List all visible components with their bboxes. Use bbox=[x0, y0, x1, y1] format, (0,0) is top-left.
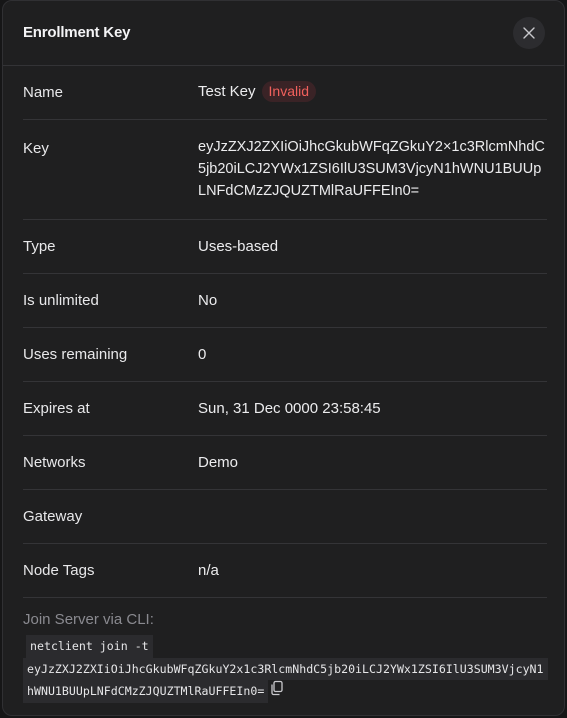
name-value: Test Key bbox=[198, 83, 256, 100]
modal-title: Enrollment Key bbox=[23, 24, 131, 41]
tags-value: n/a bbox=[198, 562, 219, 579]
cli-command-line: eyJzZXJ2ZXIiOiJhcGkubWFqZGkuY2x1c3RlcmNh… bbox=[23, 657, 548, 680]
close-button[interactable] bbox=[513, 17, 545, 49]
detail-row-unlimited: Is unlimited No bbox=[23, 274, 547, 328]
detail-row-key: Key eyJzZXJ2ZXIiOiJhcGkubWFqZGkuY2×1c3Rl… bbox=[23, 120, 547, 220]
copy-icon[interactable] bbox=[270, 680, 284, 704]
close-icon bbox=[523, 27, 535, 39]
enrollment-key-modal: Enrollment Key Name Test Key Invalid Key … bbox=[2, 0, 565, 716]
type-label: Type bbox=[23, 238, 56, 255]
key-label: Key bbox=[23, 140, 49, 157]
name-label: Name bbox=[23, 84, 64, 101]
cli-command-line: hWNU1BUUpLNFdCMzZJQUZTMlRaUFFEIn0= bbox=[23, 680, 269, 703]
unlimited-label: Is unlimited bbox=[23, 292, 99, 309]
uses-value: 0 bbox=[198, 346, 207, 363]
detail-row-uses: Uses remaining 0 bbox=[23, 328, 547, 382]
expires-value: Sun, 31 Dec 0000 23:58:45 bbox=[198, 400, 381, 417]
detail-row-name: Name Test Key Invalid bbox=[23, 66, 547, 120]
expires-label: Expires at bbox=[23, 400, 90, 417]
cli-command-line: netclient join -t bbox=[26, 635, 153, 658]
cli-command: netclient join -t eyJzZXJ2ZXIiOiJhcGkubW… bbox=[23, 635, 548, 704]
detail-row-expires: Expires at Sun, 31 Dec 0000 23:58:45 bbox=[23, 382, 547, 436]
cli-label: Join Server via CLI: bbox=[23, 611, 154, 628]
tags-label: Node Tags bbox=[23, 562, 95, 579]
detail-row-type: Type Uses-based bbox=[23, 220, 547, 274]
unlimited-value: No bbox=[198, 292, 218, 309]
networks-label: Networks bbox=[23, 454, 86, 471]
key-value: eyJzZXJ2ZXIiOiJhcGkubWFqZGkuY2×1c3RlcmNh… bbox=[198, 139, 545, 199]
gateway-label: Gateway bbox=[23, 508, 83, 525]
name-value-container: Test Key Invalid bbox=[198, 81, 316, 102]
status-badge: Invalid bbox=[261, 81, 316, 102]
details-list: Name Test Key Invalid Key eyJzZXJ2ZXIiOiJ… bbox=[23, 66, 547, 598]
uses-label: Uses remaining bbox=[23, 346, 128, 363]
modal-header: Enrollment Key bbox=[3, 1, 564, 66]
type-value: Uses-based bbox=[198, 238, 279, 255]
cli-section: Join Server via CLI: netclient join -t e… bbox=[23, 611, 548, 704]
networks-value: Demo bbox=[198, 454, 239, 471]
detail-row-networks: Networks Demo bbox=[23, 436, 547, 490]
detail-row-tags: Node Tags n/a bbox=[23, 544, 547, 598]
detail-row-gateway: Gateway bbox=[23, 490, 547, 544]
